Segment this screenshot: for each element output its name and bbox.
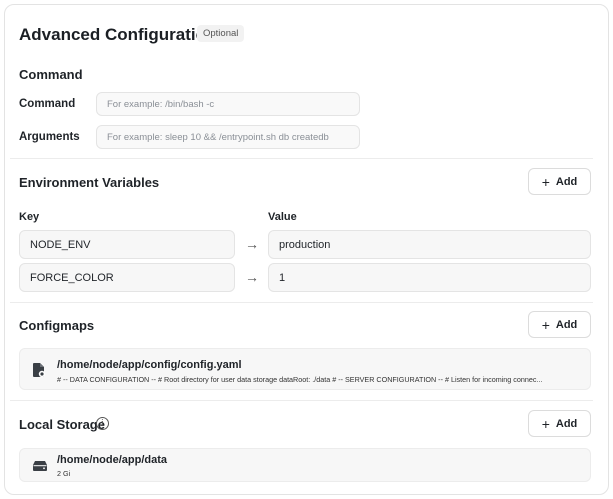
arguments-placeholder: For example: sleep 10 && /entrypoint.sh … <box>107 131 329 143</box>
env-key-input[interactable]: FORCE_COLOR <box>19 263 235 292</box>
command-section-title: Command <box>19 67 83 82</box>
storage-item[interactable]: /home/node/app/data 2 Gi <box>19 448 591 482</box>
command-label: Command <box>19 98 76 110</box>
env-key-input[interactable]: NODE_ENV <box>19 230 235 259</box>
arrow-right-icon: → <box>245 269 259 285</box>
env-section-title: Environment Variables <box>19 175 160 190</box>
add-storage-button[interactable]: + Add <box>528 410 591 437</box>
divider <box>10 302 593 303</box>
key-column-header: Key <box>19 211 40 223</box>
value-column-header: Value <box>268 211 297 223</box>
info-icon[interactable]: i <box>96 417 109 430</box>
configmap-preview: # -- DATA CONFIGURATION -- # Root direct… <box>57 375 543 384</box>
divider <box>10 158 593 159</box>
drive-icon <box>32 459 48 477</box>
plus-icon: + <box>541 316 550 333</box>
plus-icon: + <box>541 173 550 190</box>
command-input[interactable]: For example: /bin/bash -c <box>96 92 360 116</box>
divider <box>10 400 593 401</box>
arguments-input[interactable]: For example: sleep 10 && /entrypoint.sh … <box>96 125 360 149</box>
add-configmap-button[interactable]: + Add <box>528 311 591 338</box>
configmap-item[interactable]: /home/node/app/config/config.yaml # -- D… <box>19 348 591 390</box>
optional-badge: Optional <box>197 25 245 42</box>
plus-icon: + <box>541 415 550 432</box>
env-value-input[interactable]: 1 <box>268 263 591 292</box>
env-value-input[interactable]: production <box>268 230 591 259</box>
arrow-right-icon: → <box>245 236 259 252</box>
command-placeholder: For example: /bin/bash -c <box>107 98 215 110</box>
env-value-value: 1 <box>279 271 286 284</box>
configmaps-section-title: Configmaps <box>19 318 95 333</box>
env-key-value: FORCE_COLOR <box>30 271 114 284</box>
add-env-button[interactable]: + Add <box>528 168 591 195</box>
env-key-value: NODE_ENV <box>30 238 91 251</box>
add-configmap-label: Add <box>555 318 578 331</box>
page-title: Advanced Configuration <box>19 25 217 44</box>
storage-size: 2 Gi <box>57 469 71 478</box>
storage-section-title: Local Storage <box>19 417 105 432</box>
file-settings-icon <box>32 362 46 383</box>
add-storage-label: Add <box>555 417 578 430</box>
storage-path: /home/node/app/data <box>57 454 168 466</box>
configmap-path: /home/node/app/config/config.yaml <box>57 359 242 371</box>
env-value-value: production <box>279 238 331 251</box>
add-env-label: Add <box>555 175 578 188</box>
arguments-label: Arguments <box>19 131 80 143</box>
